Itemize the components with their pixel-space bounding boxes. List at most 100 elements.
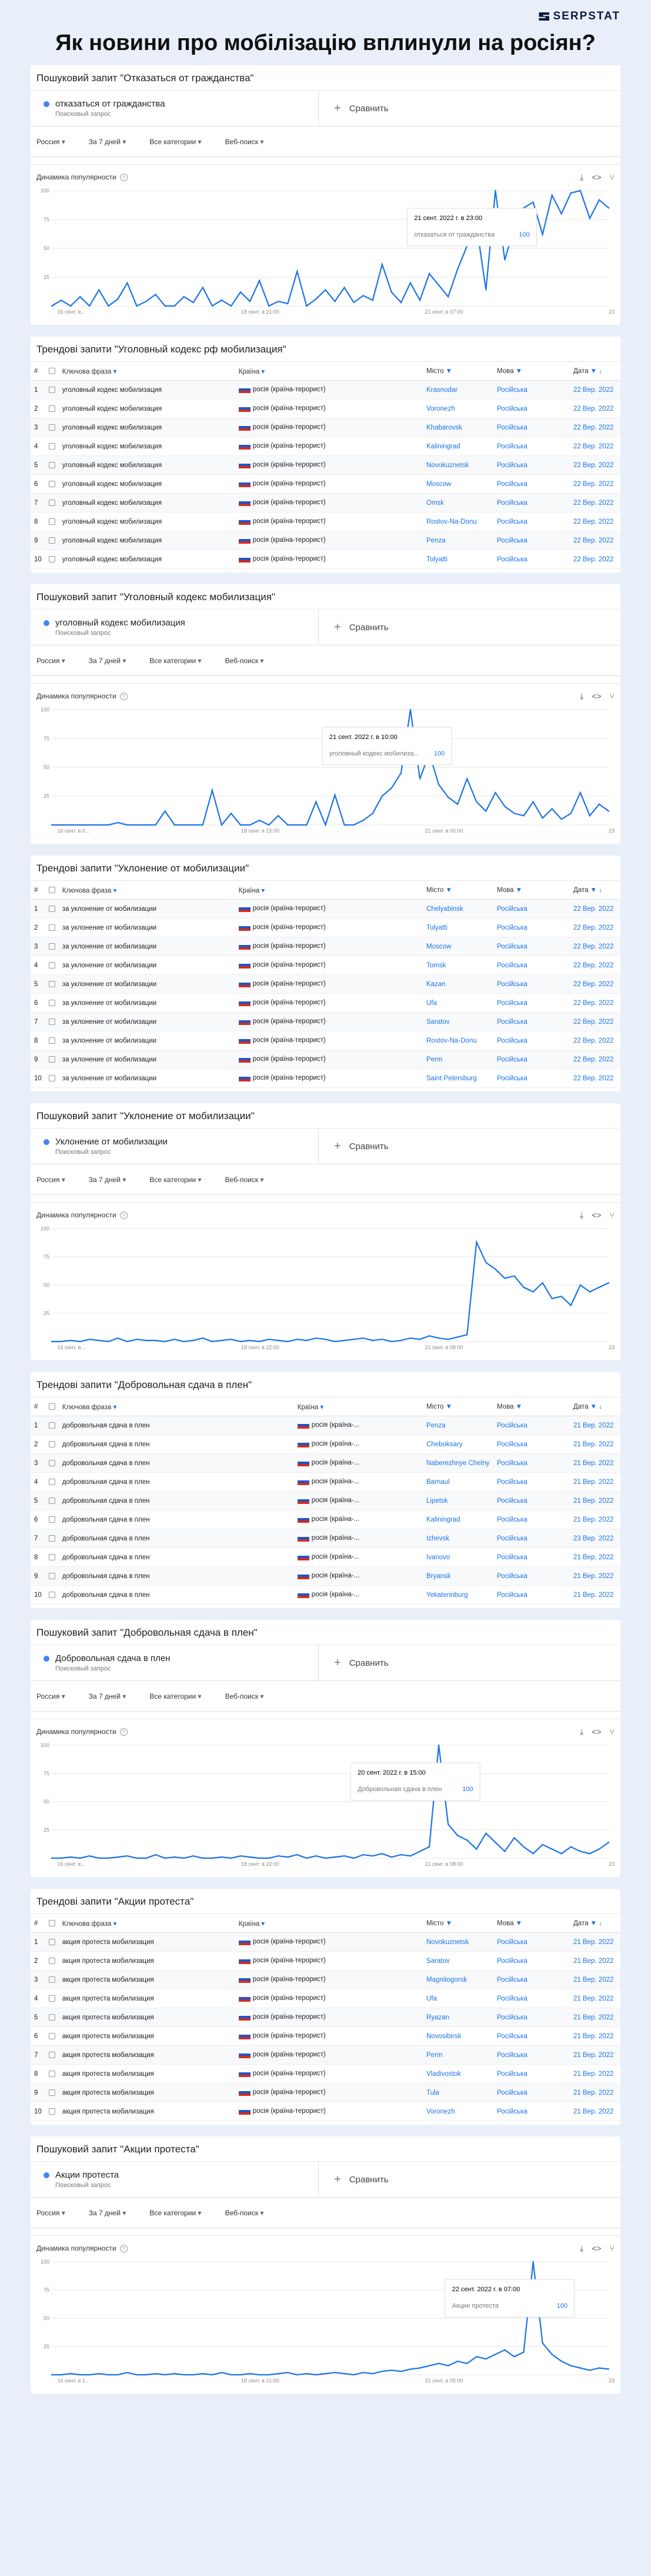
row-checkbox-cell[interactable] xyxy=(45,1547,59,1567)
search-type-select[interactable]: Веб-поиск xyxy=(225,657,264,665)
table-row[interactable]: 5 добровольная сдача в плен росія (країна-… xyxy=(31,1491,620,1510)
row-checkbox-cell[interactable] xyxy=(45,1491,59,1510)
row-date[interactable]: 22 Вер. 2022 xyxy=(570,899,620,918)
row-checkbox[interactable] xyxy=(48,499,55,506)
embed-icon[interactable]: <> xyxy=(592,2244,601,2254)
row-city[interactable]: Tomsk xyxy=(423,956,493,975)
row-city[interactable]: Rostov-Na-Donu xyxy=(423,512,493,531)
row-city[interactable]: Moscow xyxy=(423,474,493,494)
row-date[interactable]: 21 Вер. 2022 xyxy=(570,1435,620,1454)
row-language[interactable]: Російська xyxy=(493,1585,570,1605)
row-checkbox-cell[interactable] xyxy=(45,956,59,975)
col-date-filter-icon[interactable]: ▼ xyxy=(588,1920,597,1927)
row-checkbox[interactable] xyxy=(48,2032,55,2039)
row-date[interactable]: 21 Вер. 2022 xyxy=(570,2064,620,2084)
row-checkbox-cell[interactable] xyxy=(45,2045,59,2065)
col-city-filter-icon[interactable]: ▼ xyxy=(443,1920,452,1927)
col-city-filter-icon[interactable]: ▼ xyxy=(443,368,452,375)
row-checkbox-cell[interactable] xyxy=(45,1566,59,1586)
select-all-checkbox[interactable] xyxy=(48,367,55,374)
row-language[interactable]: Російська xyxy=(493,380,570,400)
row-language[interactable]: Російська xyxy=(493,512,570,531)
row-checkbox-cell[interactable] xyxy=(45,1416,59,1435)
row-date[interactable]: 22 Вер. 2022 xyxy=(570,918,620,937)
col-phrase[interactable]: Ключова фраза ▾ xyxy=(58,1397,294,1416)
row-checkbox[interactable] xyxy=(48,424,55,431)
row-language[interactable]: Російська xyxy=(493,2026,570,2046)
table-row[interactable]: 10 уголовный кодекс мобилизация росія (кра… xyxy=(31,550,620,569)
row-date[interactable]: 22 Вер. 2022 xyxy=(570,993,620,1013)
row-language[interactable]: Російська xyxy=(493,2008,570,2027)
table-row[interactable]: 3 за уклонение от мобилизации росія (країн… xyxy=(31,937,620,956)
download-icon[interactable]: ⤓ xyxy=(580,172,583,182)
row-city[interactable]: Ufa xyxy=(423,1989,493,2008)
row-language[interactable]: Російська xyxy=(493,437,570,456)
table-row[interactable]: 1 уголовный кодекс мобилизация росія (краї… xyxy=(31,380,620,400)
table-row[interactable]: 8 добровольная сдача в плен росія (країна-… xyxy=(31,1547,620,1567)
row-city[interactable]: Penza xyxy=(423,531,493,550)
row-date[interactable]: 21 Вер. 2022 xyxy=(570,1970,620,1989)
table-row[interactable]: 3 акция протеста мобилизация росія (країна… xyxy=(31,1970,620,1989)
row-language[interactable]: Російська xyxy=(493,1989,570,2008)
row-date[interactable]: 21 Вер. 2022 xyxy=(570,1951,620,1971)
row-language[interactable]: Російська xyxy=(493,1510,570,1529)
col-phrase-sort-icon[interactable]: ▾ xyxy=(111,1404,117,1411)
row-language[interactable]: Російська xyxy=(493,956,570,975)
row-city[interactable]: Kazan xyxy=(423,974,493,994)
row-date[interactable]: 23 Вер. 2022 xyxy=(570,1529,620,1548)
row-checkbox[interactable] xyxy=(48,386,55,393)
row-language[interactable]: Російська xyxy=(493,1491,570,1510)
row-date[interactable]: 21 Вер. 2022 xyxy=(570,2083,620,2102)
row-language[interactable]: Російська xyxy=(493,1547,570,1567)
table-row[interactable]: 10 добровольная сдача в плен росія (країна… xyxy=(31,1585,620,1605)
col-lang[interactable]: Мова ▼ xyxy=(493,880,570,900)
col-num[interactable]: # xyxy=(31,1913,45,1933)
period-select[interactable]: За 7 дней xyxy=(89,1176,126,1184)
row-checkbox[interactable] xyxy=(48,1074,55,1081)
row-city[interactable]: Magnitogorsk xyxy=(423,1970,493,1989)
col-lang-filter-icon[interactable]: ▼ xyxy=(513,1920,522,1927)
col-country-sort-icon[interactable]: ▾ xyxy=(318,1404,323,1411)
row-checkbox[interactable] xyxy=(48,999,55,1006)
row-date[interactable]: 22 Вер. 2022 xyxy=(570,474,620,494)
col-date-sort-icon[interactable]: ↓ xyxy=(597,887,602,894)
col-num[interactable]: # xyxy=(31,1397,45,1416)
row-date[interactable]: 22 Вер. 2022 xyxy=(570,550,620,569)
row-city[interactable]: Vladivostok xyxy=(423,2064,493,2084)
col-check[interactable] xyxy=(45,361,59,381)
select-all-checkbox[interactable] xyxy=(48,1403,55,1410)
row-city[interactable]: Yekaterinburg xyxy=(423,1585,493,1605)
category-select[interactable]: Все категории xyxy=(149,138,201,146)
table-row[interactable]: 5 за уклонение от мобилизации росія (країн… xyxy=(31,974,620,994)
row-checkbox-cell[interactable] xyxy=(45,1031,59,1050)
col-lang-filter-icon[interactable]: ▼ xyxy=(513,368,522,375)
share-icon[interactable]: ⑂ xyxy=(610,172,615,182)
row-city[interactable]: Novokuznetsk xyxy=(423,1932,493,1952)
row-city[interactable]: Voronezh xyxy=(423,2102,493,2121)
table-row[interactable]: 2 за уклонение от мобилизации росія (країн… xyxy=(31,918,620,937)
share-icon[interactable]: ⑂ xyxy=(610,1210,615,1220)
col-city-filter-icon[interactable]: ▼ xyxy=(443,887,452,894)
row-date[interactable]: 21 Вер. 2022 xyxy=(570,1932,620,1952)
row-checkbox[interactable] xyxy=(48,518,55,525)
region-select[interactable]: Россия xyxy=(36,2209,65,2217)
row-language[interactable]: Російська xyxy=(493,418,570,437)
table-row[interactable]: 10 за уклонение от мобилизации росія (краї… xyxy=(31,1069,620,1088)
row-date[interactable]: 21 Вер. 2022 xyxy=(570,1416,620,1435)
search-type-select[interactable]: Веб-поиск xyxy=(225,2209,264,2217)
row-checkbox-cell[interactable] xyxy=(45,1435,59,1454)
row-date[interactable]: 21 Вер. 2022 xyxy=(570,1453,620,1473)
row-date[interactable]: 22 Вер. 2022 xyxy=(570,455,620,475)
row-checkbox-cell[interactable] xyxy=(45,974,59,994)
col-check[interactable] xyxy=(45,1913,59,1933)
row-checkbox-cell[interactable] xyxy=(45,2026,59,2046)
row-language[interactable]: Російська xyxy=(493,1069,570,1088)
row-language[interactable]: Російська xyxy=(493,493,570,512)
row-date[interactable]: 22 Вер. 2022 xyxy=(570,437,620,456)
row-date[interactable]: 22 Вер. 2022 xyxy=(570,1031,620,1050)
row-checkbox[interactable] xyxy=(48,1938,55,1945)
row-checkbox[interactable] xyxy=(48,961,55,969)
row-date[interactable]: 21 Вер. 2022 xyxy=(570,1989,620,2008)
select-all-checkbox[interactable] xyxy=(48,886,55,893)
row-checkbox-cell[interactable] xyxy=(45,1069,59,1088)
